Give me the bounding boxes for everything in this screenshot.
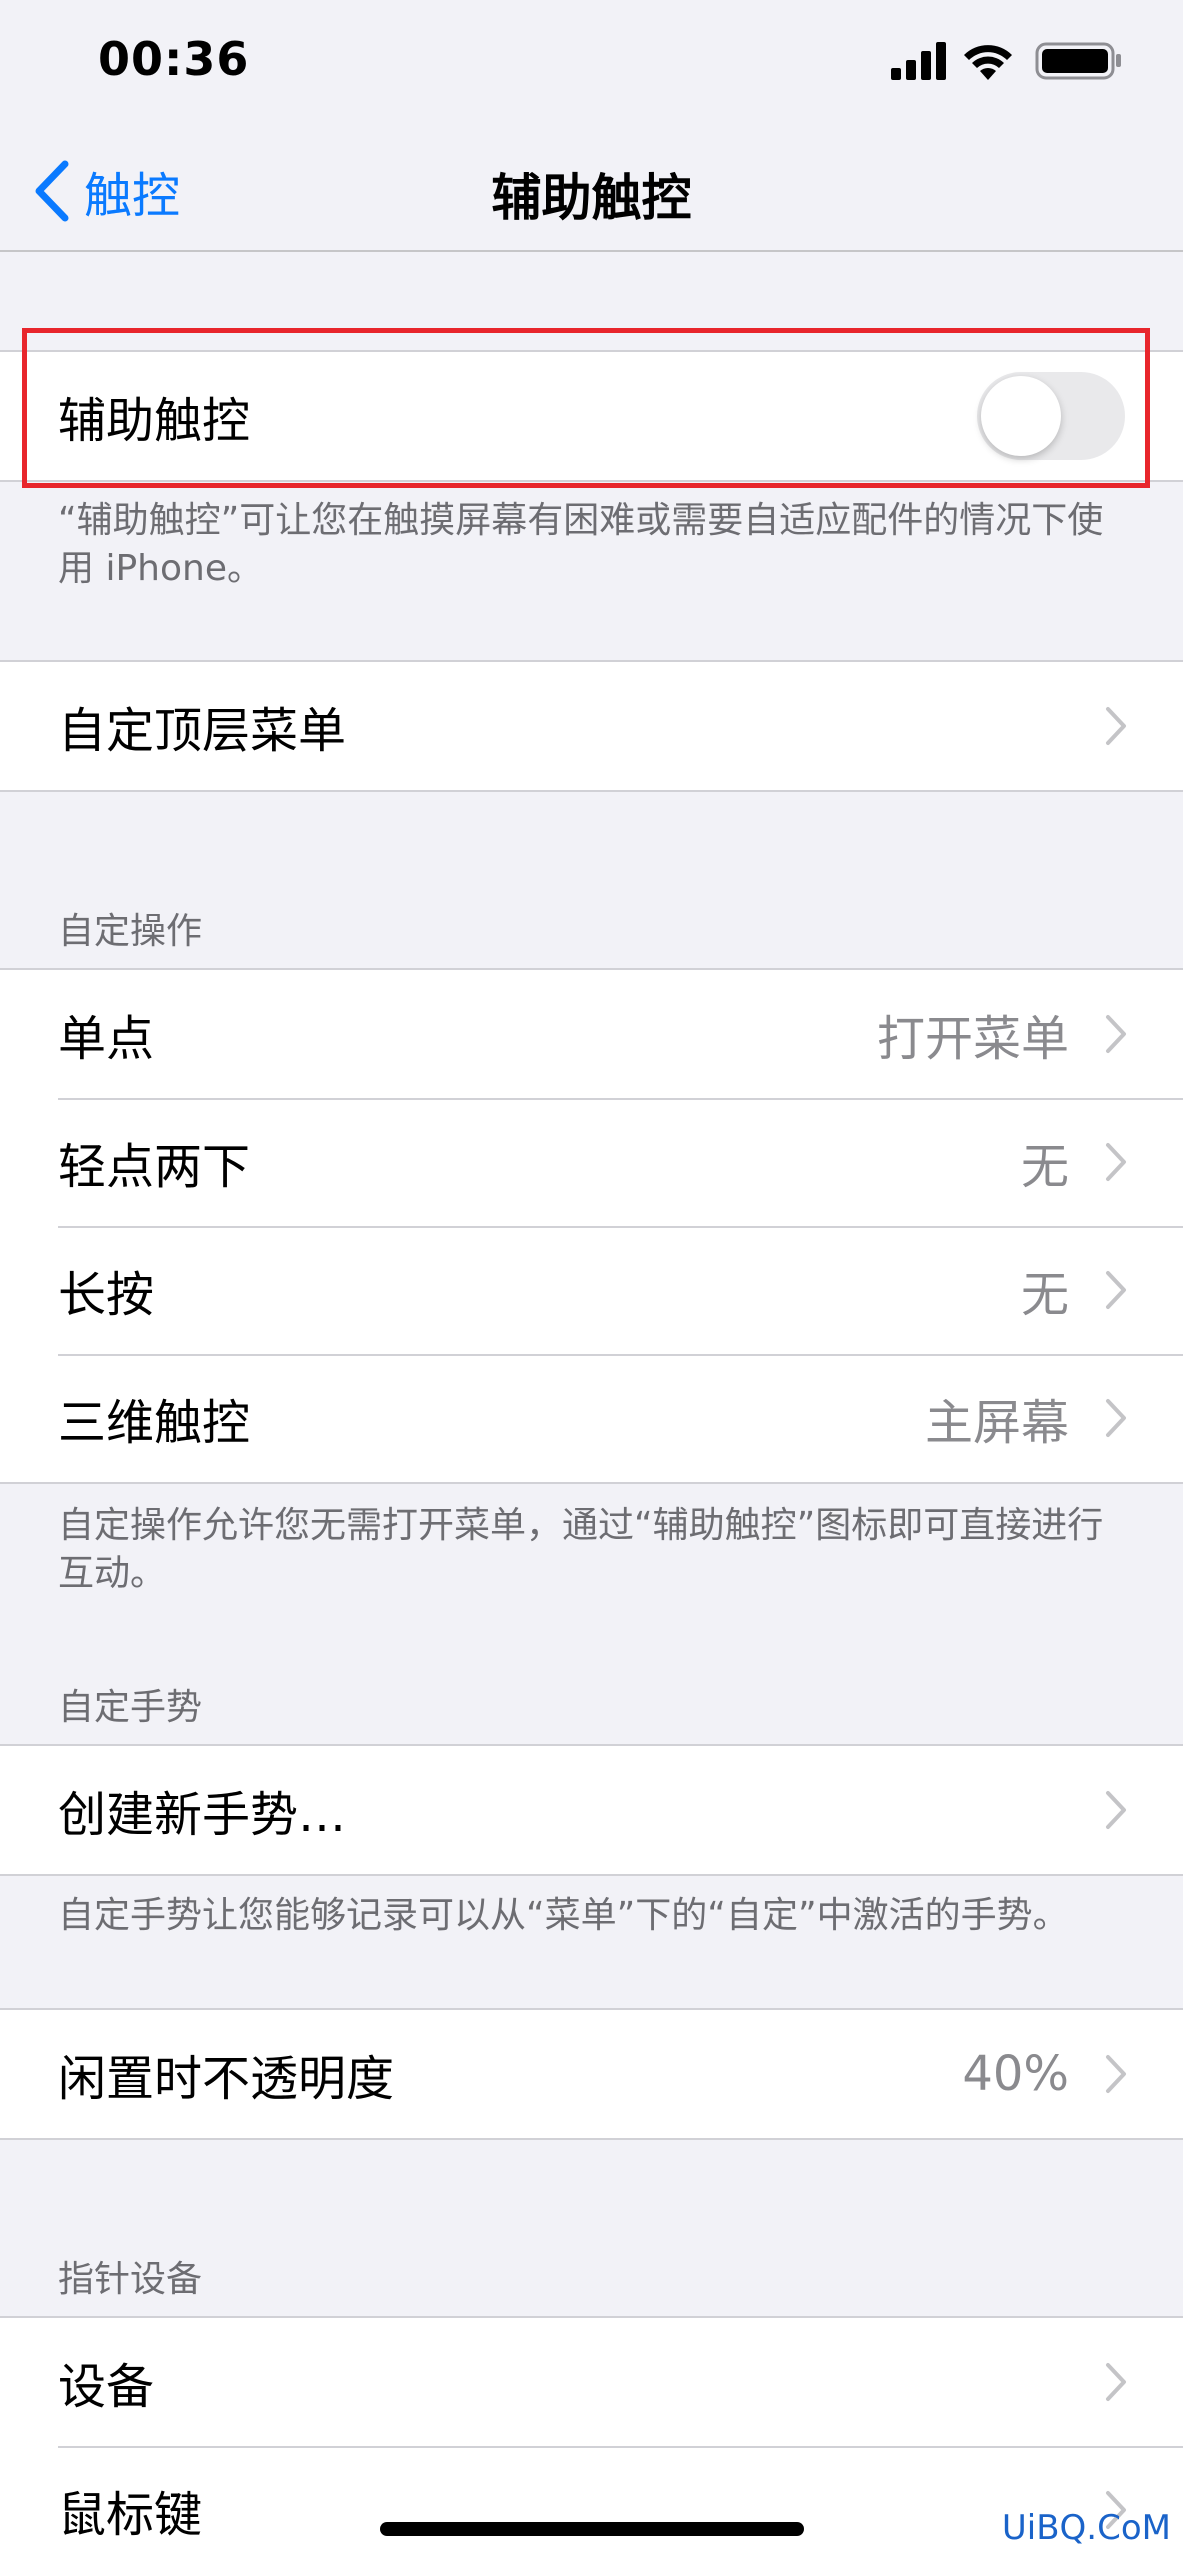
chevron-right-icon	[1106, 2363, 1126, 2401]
idle-opacity-label: 闲置时不透明度	[58, 2051, 395, 2107]
action-value: 打开菜单	[876, 1011, 1069, 1067]
status-bar: 00:36	[0, 0, 1183, 128]
customize-top-menu-row[interactable]: 自定顶层菜单	[0, 662, 1183, 790]
chevron-right-icon	[1106, 1791, 1126, 1829]
action-value: 无	[1020, 1267, 1069, 1323]
create-gesture-row[interactable]: 创建新手势…	[0, 1746, 1183, 1874]
custom-actions-header: 自定操作	[58, 911, 203, 952]
mouse-keys-label: 鼠标键	[58, 2487, 203, 2543]
devices-row[interactable]: 设备	[0, 2318, 1183, 2446]
chevron-right-icon	[1106, 2055, 1126, 2093]
chevron-right-icon	[1106, 1015, 1126, 1053]
idle-opacity-value: 40%	[962, 2046, 1069, 2102]
chevron-right-icon	[1106, 1271, 1126, 1309]
action-label: 轻点两下	[58, 1139, 251, 1195]
home-indicator[interactable]	[380, 2522, 804, 2536]
action-value: 主屏幕	[924, 1395, 1069, 1451]
action-label: 单点	[58, 1011, 155, 1067]
battery-icon	[1035, 42, 1121, 80]
top-menu-group: 自定顶层菜单	[0, 660, 1183, 792]
action-row-3d-touch[interactable]: 三维触控 主屏幕	[0, 1354, 1183, 1482]
devices-label: 设备	[58, 2359, 155, 2415]
status-time: 00:36	[98, 32, 250, 86]
navigation-bar: 触控 辅助触控	[0, 128, 1183, 252]
wifi-icon	[964, 45, 1012, 80]
create-gesture-label: 创建新手势…	[58, 1787, 347, 1843]
chevron-right-icon	[1106, 1399, 1126, 1437]
idle-opacity-row[interactable]: 闲置时不透明度 40%	[0, 2010, 1183, 2138]
action-row-double-tap[interactable]: 轻点两下 无	[0, 1098, 1183, 1226]
custom-actions-group: 单点 打开菜单 轻点两下 无 长按 无 三维触控 主屏幕	[0, 968, 1183, 1484]
chevron-right-icon	[1106, 1143, 1126, 1181]
page-title: 辅助触控	[491, 169, 692, 227]
action-label: 长按	[58, 1267, 155, 1323]
assistive-touch-footer: “辅助触控”可让您在触摸屏幕有困难或需要自适应配件的情况下使用 iPhone。	[58, 500, 1104, 589]
custom-gestures-group: 创建新手势…	[0, 1744, 1183, 1876]
action-value: 无	[1020, 1139, 1069, 1195]
action-label: 三维触控	[58, 1395, 251, 1451]
action-row-single-tap[interactable]: 单点 打开菜单	[0, 970, 1183, 1098]
chevron-right-icon	[1106, 707, 1126, 745]
pointer-devices-header: 指针设备	[58, 2259, 203, 2300]
cellular-signal-icon	[891, 42, 946, 80]
custom-gestures-header: 自定手势	[58, 1687, 203, 1728]
action-row-long-press[interactable]: 长按 无	[0, 1226, 1183, 1354]
idle-opacity-group: 闲置时不透明度 40%	[0, 2008, 1183, 2140]
custom-gestures-footer: 自定手势让您能够记录可以从“菜单”下的“自定”中激活的手势。	[58, 1895, 1069, 1936]
customize-top-menu-label: 自定顶层菜单	[58, 703, 347, 759]
watermark: UiBQ.CoM	[1001, 2508, 1171, 2548]
highlight-box	[22, 328, 1150, 488]
custom-actions-footer: 自定操作允许您无需打开菜单，通过“辅助触控”图标即可直接进行互动。	[58, 1505, 1104, 1594]
